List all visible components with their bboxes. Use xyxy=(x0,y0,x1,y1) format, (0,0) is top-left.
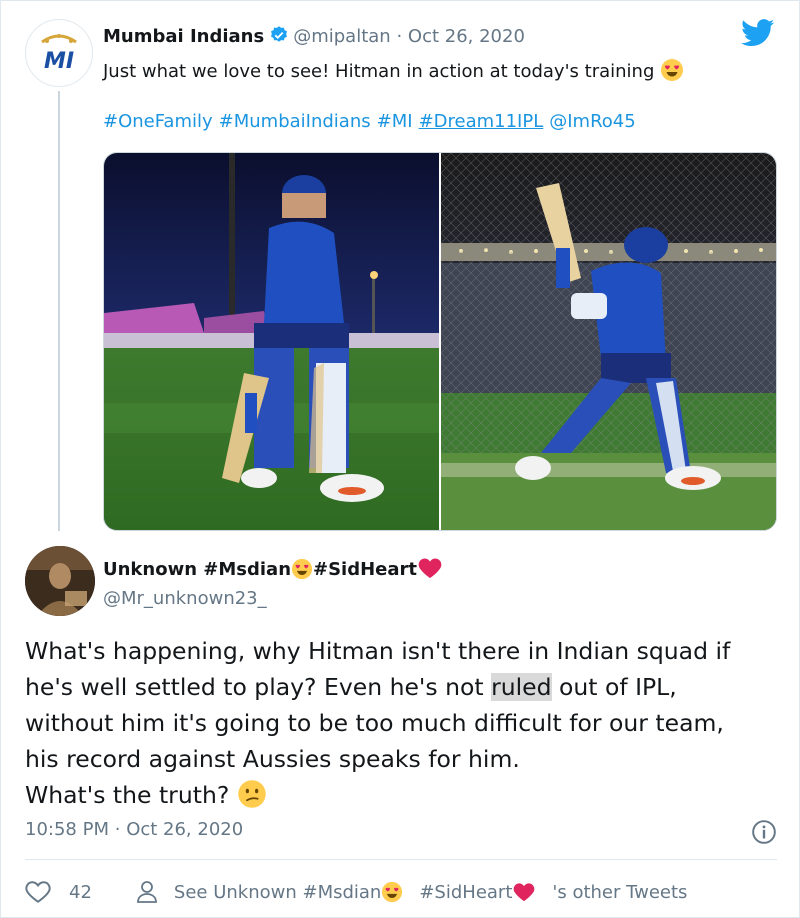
red-heart-icon xyxy=(418,558,442,578)
heart-outline-icon xyxy=(25,881,51,903)
mi-logo-icon: MI xyxy=(41,34,77,74)
person-icon xyxy=(137,881,157,903)
twitter-bird-icon[interactable] xyxy=(741,19,775,47)
red-heart-icon xyxy=(514,883,535,902)
reply-time: 10:58 PM xyxy=(25,819,109,840)
heart-eyes-emoji-icon xyxy=(382,881,403,903)
svg-text:MI: MI xyxy=(44,49,74,74)
parent-tweet-text: Just what we love to see! Hitman in acti… xyxy=(103,58,684,84)
mumbai-indians-avatar[interactable]: MI xyxy=(25,19,93,87)
heart-eyes-emoji-icon xyxy=(661,59,684,81)
thread-connector xyxy=(58,91,60,531)
see-other-tweets-link[interactable]: See Unknown #Msdian #SidHeart 's other Twe… xyxy=(136,880,688,904)
reply-line-5-text: What's the truth? xyxy=(25,781,230,809)
reply-date: Oct 26, 2020 xyxy=(126,819,244,840)
hashtag-onefamily[interactable]: #OneFamily xyxy=(103,111,213,132)
hashtag-mi[interactable]: #MI xyxy=(377,111,413,132)
hashtag-mumbaiindians[interactable]: #MumbaiIndians xyxy=(219,111,371,132)
see-suffix: 's other Tweets xyxy=(552,881,688,903)
divider xyxy=(25,859,777,860)
parent-date[interactable]: Oct 26, 2020 xyxy=(408,26,525,47)
highlighted-word: ruled xyxy=(491,673,552,701)
reply-line-3: without him it's going to be too much di… xyxy=(25,709,724,737)
reply-line-2-start: he's well settled to play? Even he's not xyxy=(25,673,492,701)
parent-text-content: Just what we love to see! Hitman in acti… xyxy=(103,61,655,82)
tweet-actions: 42 See Unknown #Msdian #SidHeart 's other … xyxy=(25,877,687,907)
reply-line-5: What's the truth? xyxy=(25,777,785,813)
batsman-batting-nets-photo[interactable] xyxy=(441,153,776,530)
parent-tweet-header: Mumbai Indians @mipaltan · Oct 26, 2020 xyxy=(103,25,525,47)
confused-face-emoji-icon xyxy=(238,780,267,808)
reply-line-4: his record against Aussies speaks for hi… xyxy=(25,745,520,773)
heart-eyes-emoji-icon xyxy=(291,558,313,580)
mention-imro45[interactable]: @ImRo45 xyxy=(549,111,635,132)
like-button[interactable]: 42 xyxy=(25,880,92,904)
reply-line-2: he's well settled to play? Even he's not… xyxy=(25,669,785,705)
separator-dot: · xyxy=(114,819,121,840)
tweet-media-grid xyxy=(103,152,777,531)
reply-author-handle[interactable]: @Mr_unknown23_ xyxy=(103,588,267,609)
like-count: 42 xyxy=(69,881,92,903)
hashtag-dream11ipl[interactable]: #Dream11IPL xyxy=(419,111,544,132)
reply-name-part2: #SidHeart xyxy=(313,559,418,580)
see-prefix: See Unknown #Msdian xyxy=(173,881,382,903)
reply-line-2-end: out of IPL, xyxy=(551,673,677,701)
reply-name-part1: Unknown #Msdian xyxy=(103,559,292,580)
parent-author-name[interactable]: Mumbai Indians xyxy=(103,26,264,47)
see-mid: #SidHeart xyxy=(419,881,513,903)
info-icon[interactable] xyxy=(751,819,777,845)
batsman-walking-photo[interactable] xyxy=(104,153,439,530)
hashtag-row: #OneFamily #MumbaiIndians #MI #Dream11IPL @I… xyxy=(103,111,642,132)
verified-badge-icon xyxy=(271,26,288,42)
reply-timestamp[interactable]: 10:58 PM · Oct 26, 2020 xyxy=(25,819,243,840)
separator-dot: · xyxy=(396,26,403,47)
reply-body-text: What's happening, why Hitman isn't there… xyxy=(25,633,785,813)
reply-line-1: What's happening, why Hitman isn't there… xyxy=(25,637,731,665)
reply-author-name[interactable]: Unknown #Msdian #SidHeart xyxy=(103,557,443,580)
parent-handle[interactable]: @mipaltan xyxy=(293,26,391,47)
tweet-card: MI Mumbai Indians @mipaltan · Oct 26, 202… xyxy=(0,0,800,918)
reply-author-avatar[interactable] xyxy=(25,546,95,616)
